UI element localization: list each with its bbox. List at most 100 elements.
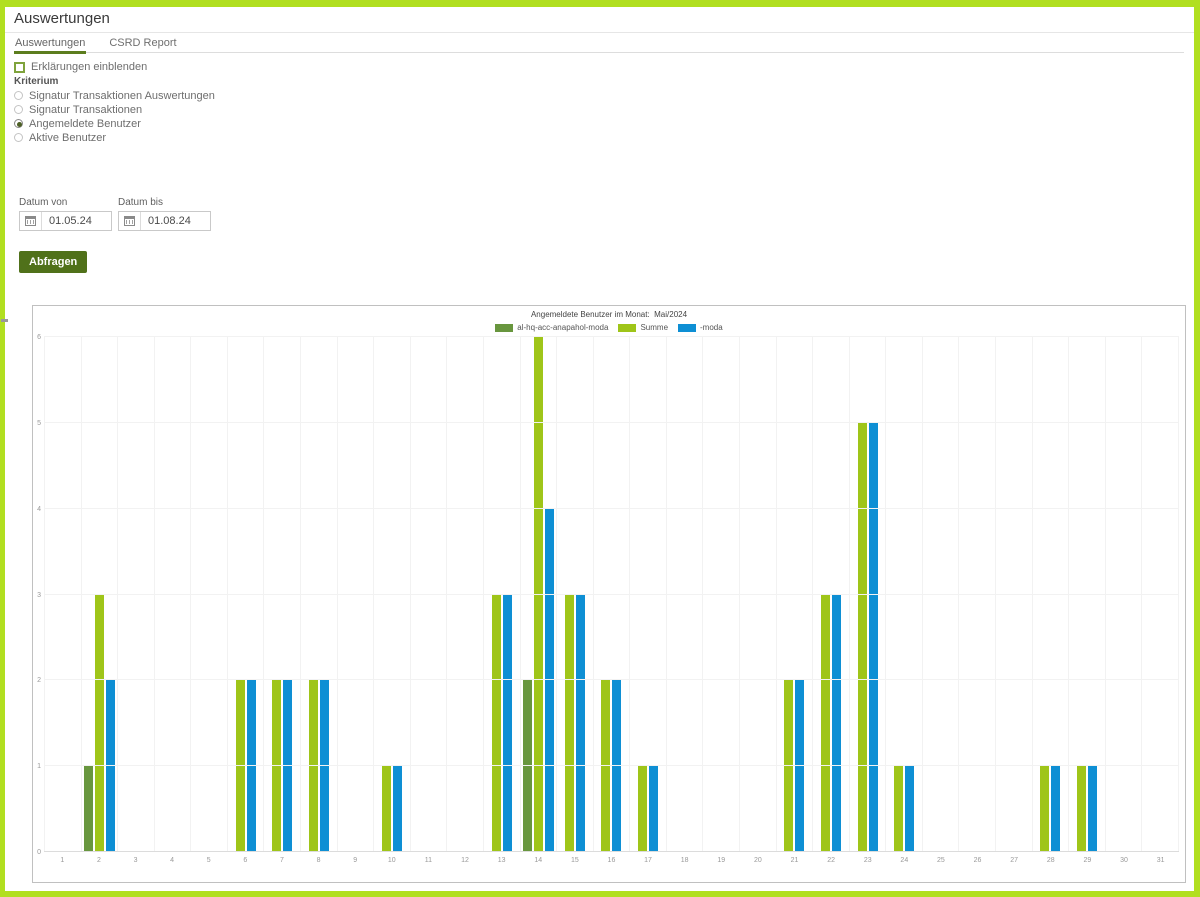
radio-icon[interactable] bbox=[14, 119, 23, 128]
day-cell bbox=[1069, 337, 1106, 852]
bar bbox=[1088, 766, 1097, 852]
legend-label: Summe bbox=[640, 323, 668, 332]
radio-icon[interactable] bbox=[14, 91, 23, 100]
calendar-icon-button[interactable] bbox=[119, 212, 141, 230]
date-from-label: Datum von bbox=[19, 197, 67, 208]
bar bbox=[576, 595, 585, 853]
x-tick-label: 8 bbox=[300, 857, 337, 864]
y-tick-label: 0 bbox=[29, 849, 41, 856]
bar bbox=[565, 595, 574, 853]
radio-icon[interactable] bbox=[14, 105, 23, 114]
legend-item: Summe bbox=[618, 323, 668, 332]
x-tick-label: 17 bbox=[630, 857, 667, 864]
x-tick-label: 29 bbox=[1069, 857, 1106, 864]
day-cell bbox=[301, 337, 338, 852]
radio-icon[interactable] bbox=[14, 133, 23, 142]
page-title: Auswertungen bbox=[14, 10, 110, 27]
day-cell bbox=[813, 337, 850, 852]
date-from-input[interactable]: 01.05.24 bbox=[19, 211, 112, 231]
bar bbox=[821, 595, 830, 853]
bar bbox=[84, 766, 93, 852]
radio-option[interactable]: Signatur Transaktionen bbox=[14, 105, 215, 114]
x-tick-label: 20 bbox=[740, 857, 777, 864]
day-cell bbox=[850, 337, 887, 852]
bar bbox=[601, 680, 610, 852]
x-tick-label: 4 bbox=[154, 857, 191, 864]
day-cell bbox=[594, 337, 631, 852]
tab-auswertungen[interactable]: Auswertungen bbox=[14, 37, 86, 54]
x-tick-label: 9 bbox=[337, 857, 374, 864]
bar-chart: Angemeldete Benutzer im Monat: Mai/2024 … bbox=[32, 305, 1186, 883]
x-tick-label: 30 bbox=[1106, 857, 1143, 864]
x-tick-label: 24 bbox=[886, 857, 923, 864]
x-tick-label: 11 bbox=[410, 857, 447, 864]
x-tick-label: 31 bbox=[1142, 857, 1179, 864]
gridline bbox=[44, 594, 1179, 595]
tab-bar: Auswertungen CSRD Report bbox=[14, 37, 1184, 53]
bar bbox=[894, 766, 903, 852]
x-tick-label: 6 bbox=[227, 857, 264, 864]
x-tick-label: 15 bbox=[557, 857, 594, 864]
tab-csrd-report[interactable]: CSRD Report bbox=[108, 37, 177, 52]
x-tick-label: 16 bbox=[593, 857, 630, 864]
day-cell bbox=[1142, 337, 1179, 852]
x-tick-label: 26 bbox=[959, 857, 996, 864]
date-from-value[interactable]: 01.05.24 bbox=[42, 215, 92, 227]
x-tick-label: 5 bbox=[190, 857, 227, 864]
day-cell bbox=[667, 337, 704, 852]
legend-item: al-hq-acc-anapahol-moda bbox=[495, 323, 608, 332]
day-cell bbox=[1106, 337, 1143, 852]
x-tick-label: 23 bbox=[849, 857, 886, 864]
y-tick-label: 5 bbox=[29, 420, 41, 427]
gridline bbox=[44, 508, 1179, 509]
calendar-icon bbox=[124, 216, 135, 226]
day-cell bbox=[118, 337, 155, 852]
x-tick-label: 10 bbox=[373, 857, 410, 864]
legend-label: -moda bbox=[700, 323, 723, 332]
bar bbox=[95, 595, 104, 853]
explanations-checkbox[interactable] bbox=[14, 62, 25, 73]
radio-label: Angemeldete Benutzer bbox=[29, 118, 141, 130]
day-cell bbox=[557, 337, 594, 852]
date-to-input[interactable]: 01.08.24 bbox=[118, 211, 211, 231]
legend-swatch bbox=[618, 324, 636, 332]
criterion-radio-group: Signatur Transaktionen Auswertungen Sign… bbox=[14, 91, 215, 142]
legend-swatch bbox=[678, 324, 696, 332]
day-cell bbox=[630, 337, 667, 852]
gridline bbox=[44, 679, 1179, 680]
day-cell bbox=[886, 337, 923, 852]
date-to-value[interactable]: 01.08.24 bbox=[141, 215, 191, 227]
y-tick-label: 3 bbox=[29, 592, 41, 599]
bar bbox=[283, 680, 292, 852]
x-tick-label: 21 bbox=[776, 857, 813, 864]
day-cell bbox=[82, 337, 119, 852]
query-button[interactable]: Abfragen bbox=[19, 251, 87, 273]
radio-option[interactable]: Angemeldete Benutzer bbox=[14, 119, 215, 128]
day-cell bbox=[703, 337, 740, 852]
x-axis-labels: 1234567891011121314151617181920212223242… bbox=[44, 854, 1179, 866]
calendar-icon-button[interactable] bbox=[20, 212, 42, 230]
plot-grid: 0123456 bbox=[44, 337, 1179, 852]
radio-label: Signatur Transaktionen Auswertungen bbox=[29, 90, 215, 102]
x-tick-label: 28 bbox=[1032, 857, 1069, 864]
bar bbox=[649, 766, 658, 852]
x-tick-label: 14 bbox=[520, 857, 557, 864]
day-cell bbox=[521, 337, 558, 852]
legend-item: -moda bbox=[678, 323, 723, 332]
day-cell bbox=[411, 337, 448, 852]
legend-label: al-hq-acc-anapahol-moda bbox=[517, 323, 608, 332]
radio-option[interactable]: Aktive Benutzer bbox=[14, 133, 215, 142]
radio-option[interactable]: Signatur Transaktionen Auswertungen bbox=[14, 91, 215, 100]
x-tick-label: 19 bbox=[703, 857, 740, 864]
bar bbox=[236, 680, 245, 852]
bar bbox=[832, 595, 841, 853]
bar bbox=[382, 766, 391, 852]
legend-swatch bbox=[495, 324, 513, 332]
bar bbox=[612, 680, 621, 852]
explanations-checkbox-label: Erklärungen einblenden bbox=[31, 61, 147, 73]
day-cell bbox=[777, 337, 814, 852]
day-cell bbox=[959, 337, 996, 852]
gridline bbox=[44, 336, 1179, 337]
day-cell bbox=[44, 337, 82, 852]
x-tick-label: 1 bbox=[44, 857, 81, 864]
